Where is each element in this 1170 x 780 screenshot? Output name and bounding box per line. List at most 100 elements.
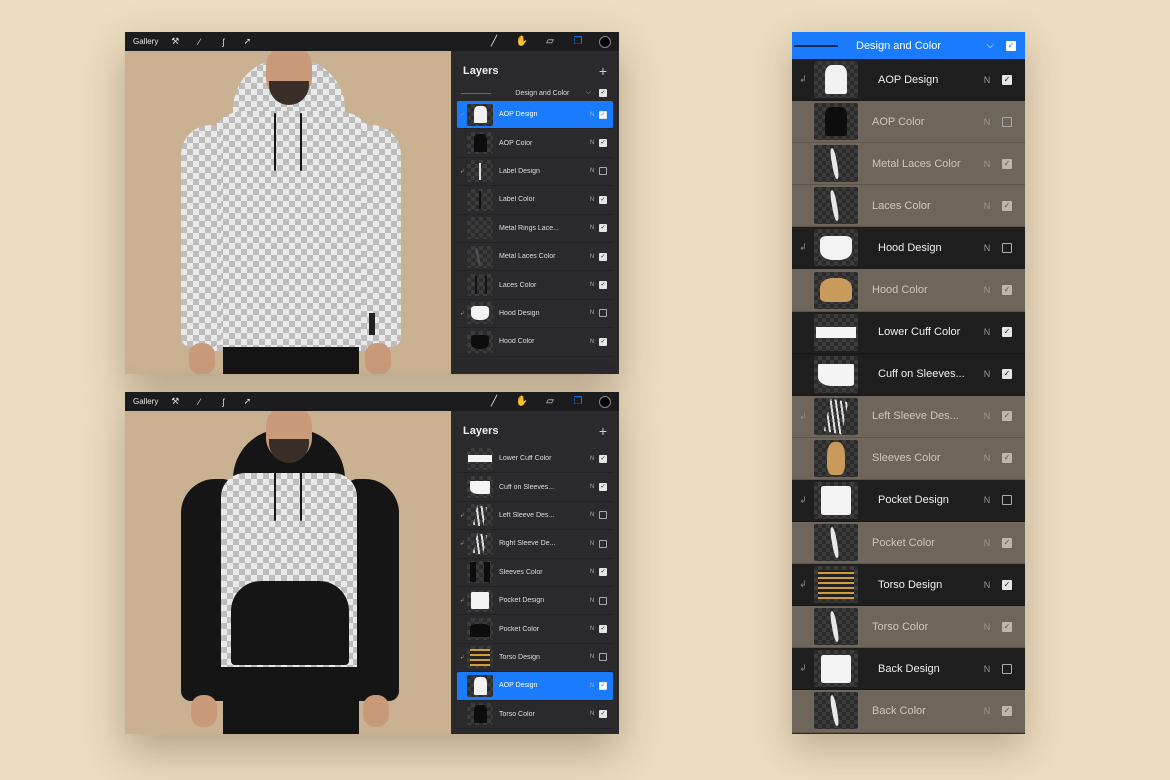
add-layer-icon[interactable]: +: [599, 423, 613, 439]
layer-visibility-checkbox[interactable]: ✓: [599, 710, 607, 719]
wrench-icon[interactable]: ⚒: [168, 395, 182, 409]
layer-row[interactable]: AOP Color N ✓: [457, 129, 613, 158]
color-picker[interactable]: [599, 395, 611, 408]
layer-row[interactable]: ↲ AOP Design N ✓: [457, 101, 613, 130]
layer-row[interactable]: Label Color N ✓: [457, 186, 613, 215]
layer-visibility-checkbox[interactable]: ✓: [1002, 705, 1012, 716]
layer-visibility-checkbox[interactable]: [599, 539, 607, 548]
layer-visibility-checkbox[interactable]: ✓: [1002, 453, 1012, 464]
layer-row[interactable]: Metal Laces Color N ✓: [792, 143, 1025, 186]
layer-visibility-checkbox[interactable]: ✓: [599, 454, 607, 463]
layer-row[interactable]: Laces Color N ✓: [457, 271, 613, 300]
layer-visibility-checkbox[interactable]: ✓: [1002, 621, 1012, 632]
blend-mode-button[interactable]: N: [978, 285, 996, 295]
selection-icon[interactable]: ʃ: [216, 35, 230, 49]
blend-mode-button[interactable]: N: [978, 117, 996, 127]
layer-visibility-checkbox[interactable]: ✓: [599, 568, 607, 577]
layer-row[interactable]: ↲ AOP Design N ✓: [792, 59, 1025, 102]
layer-visibility-checkbox[interactable]: ✓: [1002, 537, 1012, 548]
gallery-button[interactable]: Gallery: [133, 397, 158, 406]
layer-row[interactable]: Hood Color N ✓: [457, 328, 613, 357]
brush-icon[interactable]: ╱: [487, 395, 501, 409]
blend-mode-button[interactable]: N: [978, 369, 996, 379]
blend-mode-button[interactable]: N: [585, 456, 599, 462]
blend-mode-button[interactable]: N: [978, 201, 996, 211]
blend-mode-button[interactable]: N: [585, 512, 599, 518]
layer-row[interactable]: ↲ Pocket Design N: [457, 587, 613, 616]
layer-row[interactable]: ↲ Left Sleeve Des... N: [457, 502, 613, 531]
blend-mode-button[interactable]: N: [585, 225, 599, 231]
magic-wand-icon[interactable]: ⁄: [192, 35, 206, 49]
layer-visibility-checkbox[interactable]: ✓: [1002, 200, 1012, 211]
layer-row[interactable]: Sleeves Color N ✓: [792, 437, 1025, 480]
layer-visibility-checkbox[interactable]: ✓: [599, 252, 607, 261]
layer-row[interactable]: ↲ Back Design N: [792, 648, 1025, 691]
blend-mode-button[interactable]: N: [978, 243, 996, 253]
layer-visibility-checkbox[interactable]: [599, 596, 607, 605]
layer-row[interactable]: Laces Color N ✓: [792, 185, 1025, 228]
blend-mode-button[interactable]: N: [585, 112, 599, 118]
layer-row[interactable]: Torso Color N ✓: [457, 701, 613, 729]
blend-mode-button[interactable]: N: [585, 484, 599, 490]
eraser-icon[interactable]: ▱: [543, 395, 557, 409]
layer-visibility-checkbox[interactable]: ✓: [1002, 579, 1012, 590]
blend-mode-button[interactable]: N: [585, 339, 599, 345]
blend-mode-button[interactable]: N: [585, 197, 599, 203]
blend-mode-button[interactable]: N: [978, 538, 996, 548]
chevron-down-icon[interactable]: ⌵: [986, 40, 994, 51]
layer-group-row[interactable]: Design and Color ⌵ ✓: [457, 85, 613, 101]
layer-visibility-checkbox[interactable]: [1002, 116, 1012, 127]
blend-mode-button[interactable]: N: [585, 683, 599, 689]
blend-mode-button[interactable]: N: [978, 327, 996, 337]
layer-visibility-checkbox[interactable]: [1002, 242, 1012, 253]
smudge-icon[interactable]: ✋: [515, 395, 529, 409]
group-visibility-checkbox[interactable]: ✓: [599, 89, 607, 97]
layer-visibility-checkbox[interactable]: ✓: [599, 195, 607, 204]
layer-row[interactable]: ↲ Right Sleeve De... N: [457, 530, 613, 559]
brush-icon[interactable]: ╱: [487, 35, 501, 49]
blend-mode-button[interactable]: N: [585, 598, 599, 604]
layer-row[interactable]: Lower Cuff Color N ✓: [792, 311, 1025, 354]
blend-mode-button[interactable]: N: [585, 168, 599, 174]
layer-row[interactable]: ↲ Left Sleeve Des... N ✓: [792, 395, 1025, 438]
chevron-down-icon[interactable]: ⌵: [586, 89, 591, 97]
blend-mode-button[interactable]: N: [978, 580, 996, 590]
layer-row[interactable]: Pocket Color N ✓: [792, 522, 1025, 565]
transform-icon[interactable]: ➚: [240, 395, 254, 409]
blend-mode-button[interactable]: N: [978, 411, 996, 421]
layers-icon[interactable]: ❐: [571, 395, 585, 409]
layer-visibility-checkbox[interactable]: ✓: [599, 337, 607, 346]
layer-visibility-checkbox[interactable]: [599, 167, 607, 176]
layer-visibility-checkbox[interactable]: ✓: [1002, 327, 1012, 338]
blend-mode-button[interactable]: N: [585, 654, 599, 660]
layer-row[interactable]: ↲ Torso Design N ✓: [792, 564, 1025, 607]
blend-mode-button[interactable]: N: [585, 254, 599, 260]
blend-mode-button[interactable]: N: [585, 711, 599, 717]
smudge-icon[interactable]: ✋: [515, 35, 529, 49]
panel-group-header[interactable]: Design and Color ⌵ ✓: [792, 32, 1025, 59]
layers-icon[interactable]: ❐: [571, 35, 585, 49]
layer-visibility-checkbox[interactable]: [599, 653, 607, 662]
blend-mode-button[interactable]: N: [978, 75, 996, 85]
layer-row[interactable]: AOP Design N ✓: [457, 672, 613, 701]
layer-row[interactable]: Cuff on Sleeves... N ✓: [457, 473, 613, 502]
blend-mode-button[interactable]: N: [978, 706, 996, 716]
layer-visibility-checkbox[interactable]: [1002, 495, 1012, 506]
layer-row[interactable]: Sleeves Color N ✓: [457, 559, 613, 587]
layer-visibility-checkbox[interactable]: ✓: [599, 139, 607, 148]
layer-row[interactable]: Torso Color N ✓: [792, 606, 1025, 649]
layer-visibility-checkbox[interactable]: ✓: [599, 625, 607, 634]
layer-visibility-checkbox[interactable]: ✓: [1002, 158, 1012, 169]
blend-mode-button[interactable]: N: [978, 622, 996, 632]
layer-row[interactable]: ↲ Pocket Design N: [792, 479, 1025, 523]
panel-group-checkbox[interactable]: ✓: [1006, 40, 1016, 51]
blend-mode-button[interactable]: N: [585, 626, 599, 632]
blend-mode-button[interactable]: N: [585, 282, 599, 288]
layer-row[interactable]: Back Color N ✓: [792, 690, 1025, 733]
layer-visibility-checkbox[interactable]: [1002, 663, 1012, 674]
layer-row[interactable]: ↲ Torso Design N: [457, 644, 613, 673]
layer-visibility-checkbox[interactable]: ✓: [599, 681, 607, 690]
gallery-button[interactable]: Gallery: [133, 37, 158, 46]
blend-mode-button[interactable]: N: [978, 495, 996, 505]
layer-row[interactable]: ↲ Label Design N: [457, 158, 613, 187]
